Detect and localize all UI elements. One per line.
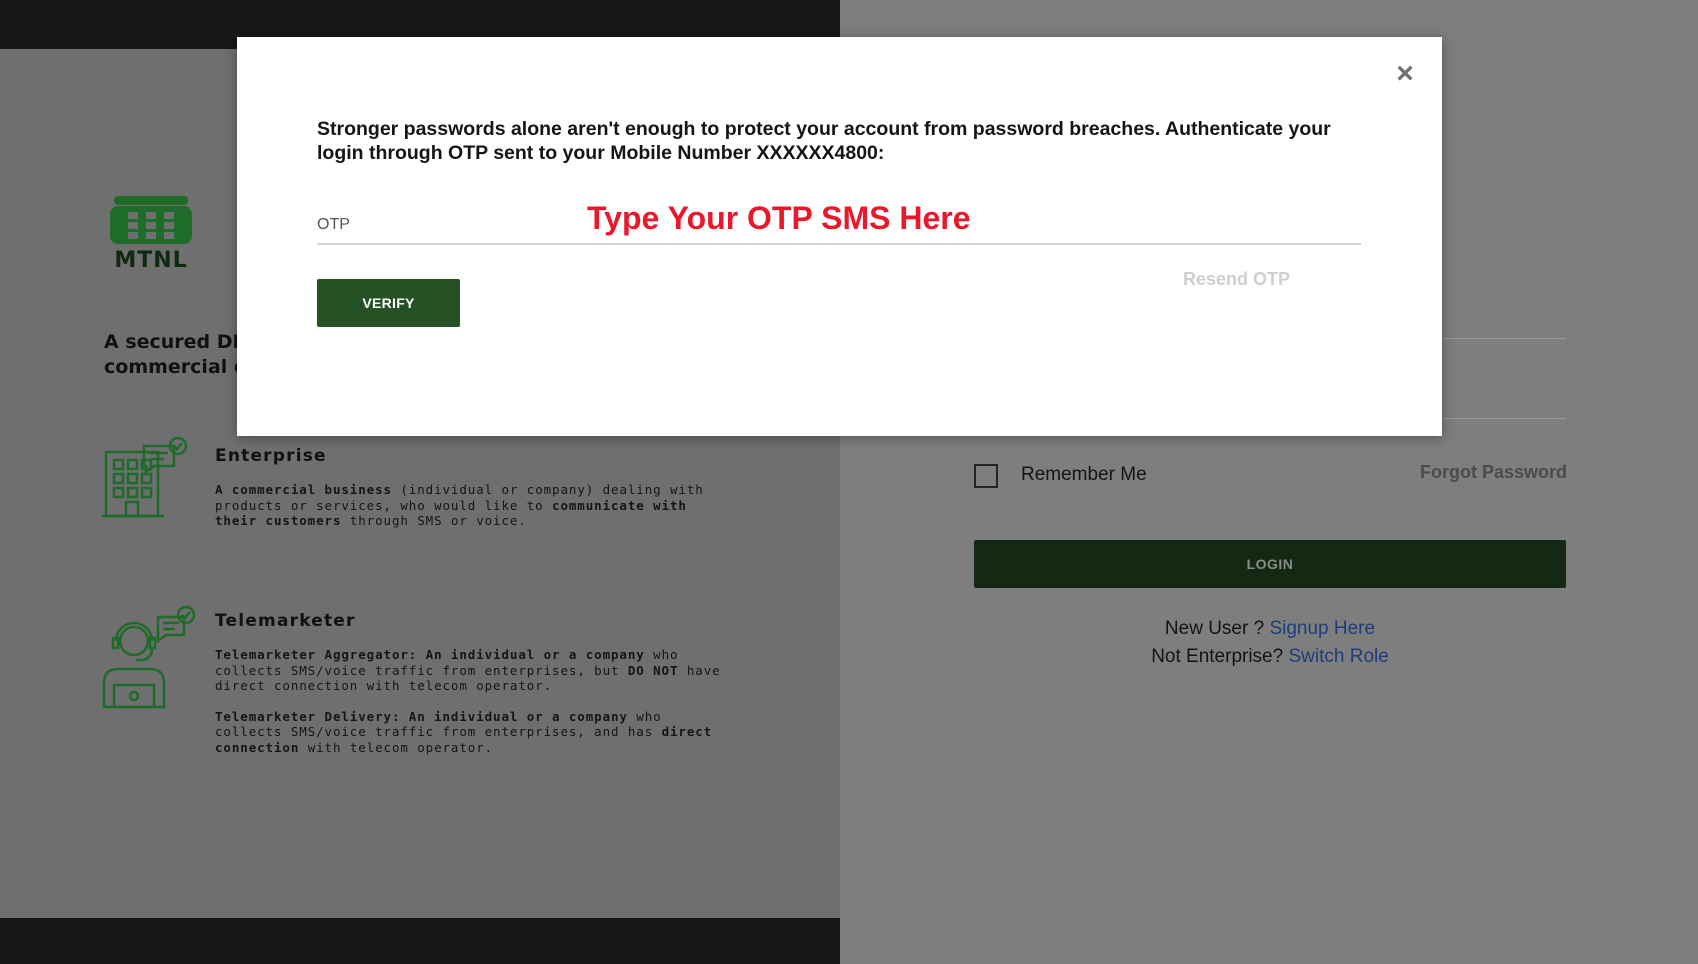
telemarketer-agent-icon <box>102 605 196 709</box>
verify-button[interactable]: VERIFY <box>317 279 460 327</box>
enterprise-description: A commercial business (individual or com… <box>215 482 715 529</box>
tagline-line-1: A secured DLT <box>104 331 244 353</box>
tagline: A secured DLT commercial co <box>104 330 244 380</box>
enterprise-desc-text-2: through SMS or voice. <box>341 513 527 528</box>
telephone-logo-icon <box>110 196 192 244</box>
switch-role-link[interactable]: Switch Role <box>1288 646 1388 667</box>
tagline-line-2: commercial co <box>104 356 244 378</box>
delivery-description: Telemarketer Delivery: An individual or … <box>215 709 725 756</box>
login-button[interactable]: LOGIN <box>974 540 1566 588</box>
username-field-underline[interactable] <box>1440 338 1566 339</box>
remember-me-checkbox[interactable] <box>974 464 998 488</box>
enterprise-title: Enterprise <box>215 446 327 466</box>
bottom-bar <box>0 918 840 964</box>
new-user-line: New User ? Signup Here <box>974 618 1566 640</box>
forgot-password-link[interactable]: Forgot Password <box>1420 462 1567 483</box>
password-field-underline[interactable] <box>1440 418 1566 419</box>
mtnl-logo: MTNL <box>106 192 196 274</box>
aggregator-desc-bold-1: Telemarketer Aggregator: An individual o… <box>215 647 645 662</box>
otp-input[interactable] <box>317 207 1361 245</box>
close-icon[interactable]: × <box>1390 59 1420 89</box>
logo-text: MTNL <box>114 248 188 273</box>
new-user-text: New User ? <box>1164 618 1270 639</box>
not-enterprise-line: Not Enterprise? Switch Role <box>974 646 1566 668</box>
aggregator-desc-bold-2: DO NOT <box>627 662 679 678</box>
telemarketer-title: Telemarketer <box>215 611 356 631</box>
resend-otp-link[interactable]: Resend OTP <box>1183 269 1290 290</box>
telemarketer-description: Telemarketer Aggregator: An individual o… <box>215 647 725 770</box>
delivery-desc-bold-1: Telemarketer Delivery: An individual or … <box>215 708 628 724</box>
delivery-desc-text-2: with telecom operator. <box>299 739 494 755</box>
remember-me-label: Remember Me <box>1021 464 1147 485</box>
enterprise-building-icon <box>102 436 188 518</box>
aggregator-description: Telemarketer Aggregator: An individual o… <box>215 647 725 694</box>
signup-link[interactable]: Signup Here <box>1269 618 1375 639</box>
otp-message: Stronger passwords alone aren't enough t… <box>317 118 1331 164</box>
not-enterprise-text: Not Enterprise? <box>1151 646 1289 667</box>
otp-modal: × Stronger passwords alone aren't enough… <box>237 37 1442 436</box>
enterprise-desc-bold-1: A commercial business <box>215 482 392 497</box>
